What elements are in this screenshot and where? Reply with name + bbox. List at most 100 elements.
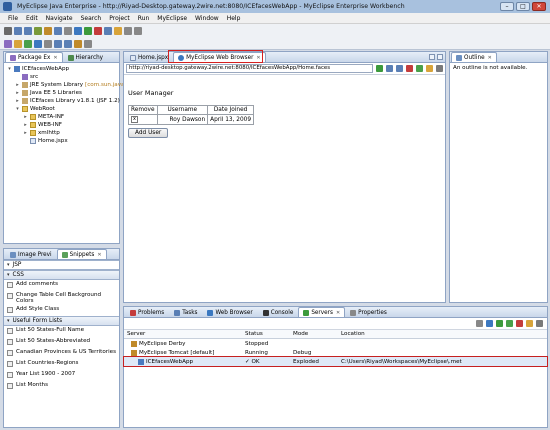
list-item[interactable]: Add Style Class bbox=[4, 305, 119, 316]
forward-icon[interactable] bbox=[396, 65, 403, 72]
menu-file[interactable]: File bbox=[4, 15, 22, 22]
tree-item[interactable]: ▸ ICEfaces Library v1.8.1 (JSF 1.2) bbox=[7, 97, 120, 105]
pin-icon[interactable] bbox=[84, 39, 92, 48]
tree-item[interactable]: ▸ xmlhttp bbox=[7, 129, 116, 137]
stop-icon[interactable] bbox=[406, 65, 413, 72]
tree-item[interactable]: src bbox=[7, 73, 116, 81]
tab-tasks[interactable]: Tasks bbox=[169, 307, 202, 317]
view-menu-icon[interactable] bbox=[536, 320, 543, 327]
expand-arrow-icon[interactable]: ▸ bbox=[23, 130, 28, 136]
nav-icon[interactable] bbox=[134, 26, 142, 35]
close-icon[interactable]: ✕ bbox=[256, 55, 260, 61]
list-item[interactable]: List Months bbox=[4, 381, 119, 392]
tree-item[interactable]: ▾ WebRoot bbox=[7, 105, 116, 113]
list-item[interactable]: Change Table Cell Background Colors bbox=[4, 291, 119, 305]
table-row[interactable]: MyEclipse Derby Stopped bbox=[124, 339, 547, 348]
save-icon[interactable] bbox=[14, 26, 22, 35]
expand-arrow-icon[interactable]: ▸ bbox=[23, 122, 28, 128]
debug-icon[interactable] bbox=[74, 26, 82, 35]
close-icon[interactable]: ✕ bbox=[336, 310, 340, 316]
tab-home-jspx[interactable]: Home.jspx bbox=[125, 52, 173, 62]
tab-outline[interactable]: Outline ✕ bbox=[451, 52, 497, 62]
go-icon[interactable] bbox=[376, 65, 383, 72]
restart-server-icon[interactable] bbox=[506, 320, 513, 327]
list-item[interactable]: Canadian Provinces & US Territories bbox=[4, 348, 119, 359]
tree-item[interactable]: Home.jspx bbox=[7, 137, 116, 145]
menu-edit[interactable]: Edit bbox=[22, 15, 42, 22]
expand-arrow-icon[interactable]: ▾ bbox=[7, 66, 12, 72]
snippet-drawer[interactable]: ▾ Useful Form Lists bbox=[4, 316, 119, 326]
collapse-icon[interactable] bbox=[476, 320, 483, 327]
minimize-view-button[interactable] bbox=[429, 54, 435, 60]
menu-project[interactable]: Project bbox=[105, 15, 134, 22]
tree-item[interactable]: ▸ JRE System Library [com.sun.java bbox=[7, 81, 124, 89]
browser-icon[interactable] bbox=[54, 26, 62, 35]
settings-icon[interactable] bbox=[436, 65, 443, 72]
deploy-icon[interactable] bbox=[34, 26, 42, 35]
tab-web-browser[interactable]: Web Browser bbox=[202, 307, 257, 317]
open-type-icon[interactable] bbox=[114, 26, 122, 35]
back-icon[interactable] bbox=[386, 65, 393, 72]
table-row[interactable]: MyEclipse Tomcat [default] Running Debug bbox=[124, 348, 547, 357]
close-icon[interactable]: ✕ bbox=[488, 55, 492, 61]
open-perspective-icon[interactable] bbox=[34, 39, 42, 48]
close-button[interactable]: ✕ bbox=[532, 2, 546, 11]
list-item[interactable]: List Countries-Regions bbox=[4, 359, 119, 370]
tab-problems[interactable]: Problems bbox=[125, 307, 169, 317]
menu-window[interactable]: Window bbox=[191, 15, 223, 22]
menu-search[interactable]: Search bbox=[77, 15, 106, 22]
tab-package-explorer[interactable]: Package Ex ✕ bbox=[5, 52, 63, 62]
print-icon[interactable] bbox=[24, 26, 32, 35]
menu-run[interactable]: Run bbox=[134, 15, 154, 22]
tree-item[interactable]: ▾ ICEfacesWebApp bbox=[7, 65, 116, 73]
add-user-button[interactable]: Add User bbox=[128, 128, 169, 138]
new-folder-icon[interactable] bbox=[14, 39, 22, 48]
tab-servers[interactable]: Servers ✕ bbox=[298, 307, 346, 317]
refresh-icon[interactable] bbox=[416, 65, 423, 72]
expand-arrow-icon[interactable]: ▸ bbox=[23, 114, 28, 120]
remove-checkbox[interactable]: x bbox=[131, 116, 138, 123]
expand-arrow-icon[interactable]: ▾ bbox=[15, 106, 20, 112]
maximize-view-button[interactable] bbox=[437, 54, 443, 60]
maximize-button[interactable]: □ bbox=[516, 2, 530, 11]
home-icon[interactable] bbox=[426, 65, 433, 72]
minimize-button[interactable]: – bbox=[500, 2, 514, 11]
tree-item[interactable]: ▸ META-INF bbox=[7, 113, 116, 121]
table-row[interactable]: ICEfacesWebApp ✓ OK Exploded C:\Users\Riyad… bbox=[123, 356, 548, 367]
close-icon[interactable]: ✕ bbox=[97, 252, 101, 258]
publish-icon[interactable] bbox=[526, 320, 533, 327]
stop-server-icon[interactable] bbox=[516, 320, 523, 327]
start-server-icon[interactable] bbox=[496, 320, 503, 327]
external-tools-icon[interactable] bbox=[104, 26, 112, 35]
new-class-icon[interactable] bbox=[24, 39, 32, 48]
url-input[interactable]: http://riyad-desktop.gateway.2wire.net:8… bbox=[126, 64, 373, 73]
close-icon[interactable]: ✕ bbox=[53, 55, 57, 61]
debug-server-icon[interactable] bbox=[486, 320, 493, 327]
expand-arrow-icon[interactable]: ▸ bbox=[15, 82, 20, 88]
new-icon[interactable] bbox=[4, 26, 12, 35]
bookmark-icon[interactable] bbox=[74, 39, 82, 48]
menu-myeclipse[interactable]: MyEclipse bbox=[153, 15, 191, 22]
run-icon[interactable] bbox=[84, 26, 92, 35]
tab-properties[interactable]: Properties bbox=[345, 307, 392, 317]
separator-icon[interactable] bbox=[64, 26, 72, 35]
tree-item[interactable]: ▸ Java EE 5 Libraries bbox=[7, 89, 116, 97]
tab-snippets[interactable]: Snippets ✕ bbox=[56, 249, 107, 259]
expand-arrow-icon[interactable]: ▸ bbox=[15, 98, 20, 104]
stop-icon[interactable] bbox=[94, 26, 102, 35]
expand-arrow-icon[interactable]: ▸ bbox=[15, 90, 20, 96]
tab-image-preview[interactable]: Image Previ bbox=[5, 249, 57, 259]
forward-icon[interactable] bbox=[64, 39, 72, 48]
list-item[interactable]: List 50 States-Full Name bbox=[4, 326, 119, 337]
list-item[interactable]: Add comments bbox=[4, 280, 119, 291]
menu-navigate[interactable]: Navigate bbox=[42, 15, 77, 22]
list-item[interactable]: List 50 States-Abbreviated bbox=[4, 337, 119, 348]
snippet-drawer[interactable]: ▾ CSS bbox=[4, 270, 119, 280]
menu-help[interactable]: Help bbox=[223, 15, 245, 22]
server-icon[interactable] bbox=[44, 26, 52, 35]
tab-hierarchy[interactable]: Hierarchy bbox=[63, 52, 109, 62]
tab-web-browser[interactable]: MyEclipse Web Browser ✕ bbox=[173, 52, 266, 62]
snippets-category-dropdown[interactable]: ▾ JSP bbox=[4, 260, 119, 270]
tab-console[interactable]: Console bbox=[258, 307, 299, 317]
list-item[interactable]: Year List 1900 - 2007 bbox=[4, 370, 119, 381]
